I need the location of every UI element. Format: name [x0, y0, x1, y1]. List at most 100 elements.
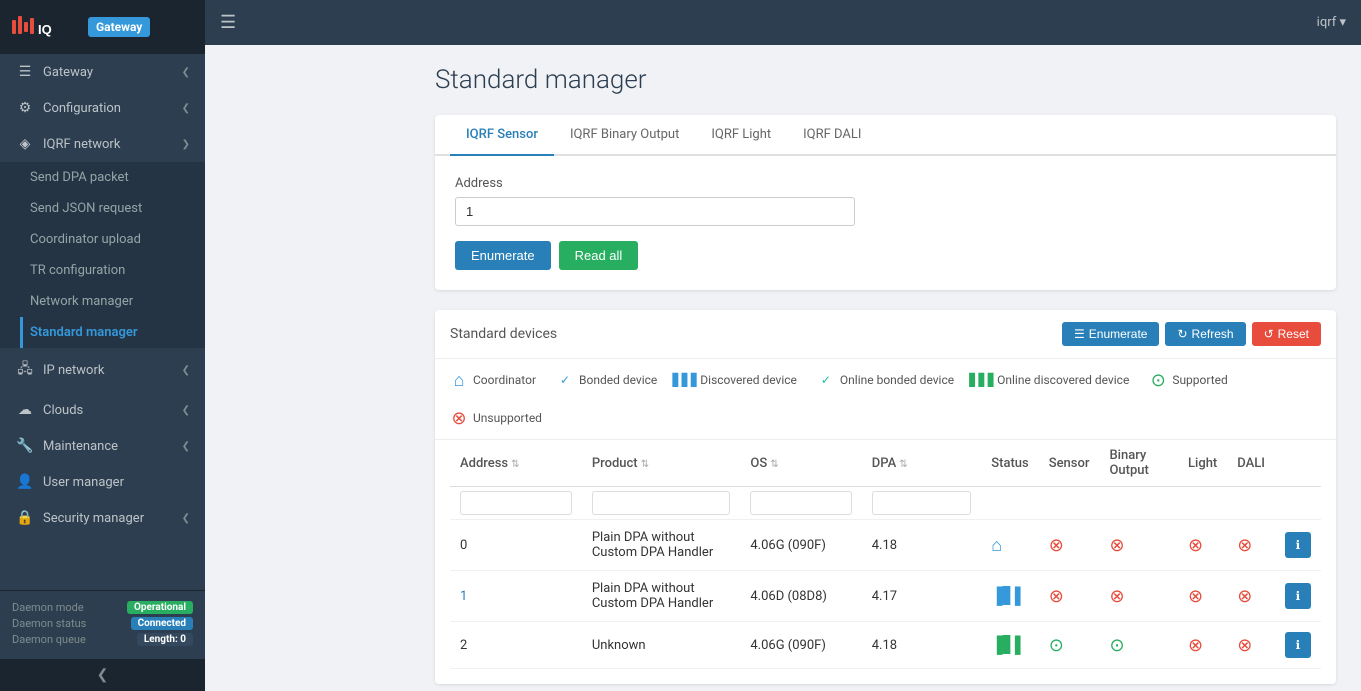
iqrf-arrow: ❯: [182, 139, 190, 150]
sidebar-item-standard-manager[interactable]: Standard manager: [20, 317, 205, 348]
sidebar-item-iqrf-network[interactable]: ◈ IQRF network ❯: [0, 126, 205, 162]
tab-iqrf-binary-output[interactable]: IQRF Binary Output: [554, 115, 695, 156]
sidebar-item-coordinator-upload[interactable]: Coordinator upload: [20, 224, 205, 255]
maintenance-icon: 🔧: [15, 438, 35, 454]
gateway-badge: Gateway: [88, 17, 150, 37]
user-menu[interactable]: iqrf ▾: [1317, 15, 1346, 30]
cell-os-0: 4.06G (090F): [740, 520, 861, 571]
sidebar-item-maintenance[interactable]: 🔧 Maintenance ❮: [0, 428, 205, 464]
legend-supported[interactable]: ⊙ Supported: [1149, 371, 1227, 389]
sidebar-item-gateway[interactable]: ☰ Gateway ❮: [0, 54, 205, 90]
sort-icon-dpa[interactable]: ⇅: [899, 459, 907, 470]
cell-product-1: Plain DPA without Custom DPA Handler: [582, 571, 741, 622]
sidebar-nav: ☰ Gateway ❮ ⚙ Configuration ❮ ◈ IQRF net…: [0, 54, 205, 590]
list-icon: ☰: [1074, 327, 1085, 341]
cell-product-0: Plain DPA without Custom DPA Handler: [582, 520, 741, 571]
sidebar-item-security-manager[interactable]: 🔒 Security manager ❮: [0, 500, 205, 536]
tab-iqrf-light[interactable]: IQRF Light: [695, 115, 787, 156]
th-address: Address⇅: [450, 440, 582, 487]
legend-online-bonded[interactable]: ✓ Online bonded device: [817, 371, 954, 389]
devices-reset-btn[interactable]: ↺ Reset: [1252, 322, 1321, 346]
sidebar: IQ Gateway ☰ Gateway ❮ ⚙ Configuration ❮…: [0, 0, 205, 691]
legend-bonded[interactable]: ✓ Bonded device: [556, 371, 657, 389]
form-body: Address Enumerate Read all: [435, 156, 1336, 290]
configuration-arrow: ❮: [182, 103, 190, 114]
filter-dpa-cell: [862, 487, 982, 520]
status-bars-icon-2: ▐▋▌: [991, 635, 1026, 654]
detail-btn-1[interactable]: ℹ: [1285, 583, 1311, 609]
cell-address-1[interactable]: 1: [450, 571, 582, 622]
sidebar-label-tr-config: TR configuration: [30, 263, 190, 278]
detail-btn-2[interactable]: ℹ: [1285, 632, 1311, 658]
daemon-mode-row: Daemon mode Operational: [12, 601, 193, 614]
sidebar-collapse-btn[interactable]: ❮: [0, 659, 205, 691]
legend-unsupported[interactable]: ⊗ Unsupported: [450, 409, 542, 427]
devices-table-wrap: Address⇅ Product⇅ OS⇅ DPA⇅ Status Sensor…: [435, 440, 1336, 684]
user-manager-icon: 👤: [15, 474, 35, 490]
check-legend-icon: ✓: [556, 371, 574, 389]
sidebar-label-maintenance: Maintenance: [43, 439, 182, 454]
table-header-row: Address⇅ Product⇅ OS⇅ DPA⇅ Status Sensor…: [450, 440, 1321, 487]
sidebar-item-clouds[interactable]: ☁ Clouds ❮: [0, 392, 205, 428]
sidebar-label-iqrf: IQRF network: [43, 137, 182, 152]
sidebar-item-ip-network[interactable]: 🖧 IP network ❮: [0, 348, 205, 392]
sidebar-item-configuration[interactable]: ⚙ Configuration ❮: [0, 90, 205, 126]
cell-binary-0: ⊗: [1099, 520, 1178, 571]
sidebar-item-send-dpa[interactable]: Send DPA packet: [20, 162, 205, 193]
enumerate-button[interactable]: Enumerate: [455, 241, 551, 270]
cell-os-1: 4.06D (08D8): [740, 571, 861, 622]
binary-check-icon-2: ⊙: [1109, 635, 1124, 656]
address-input[interactable]: [455, 197, 855, 226]
filter-status-cell: [981, 487, 1038, 520]
filter-sensor-cell: [1039, 487, 1100, 520]
tab-iqrf-dali[interactable]: IQRF DALI: [787, 115, 877, 156]
table-row: 1 Plain DPA without Custom DPA Handler 4…: [450, 571, 1321, 622]
tab-iqrf-sensor[interactable]: IQRF Sensor: [450, 115, 554, 156]
cell-actions-1: ℹ: [1275, 571, 1321, 622]
legend-online-discovered[interactable]: ▋▋▋ Online discovered device: [974, 371, 1129, 389]
table-body: 0 Plain DPA without Custom DPA Handler 4…: [450, 487, 1321, 669]
read-all-button[interactable]: Read all: [559, 241, 639, 270]
light-x-icon-2: ⊗: [1188, 635, 1203, 656]
cell-dpa-1: 4.17: [862, 571, 982, 622]
devices-enumerate-btn[interactable]: ☰ Enumerate: [1062, 322, 1159, 346]
filter-os[interactable]: [750, 491, 851, 515]
filter-product[interactable]: [592, 491, 731, 515]
table-row: 0 Plain DPA without Custom DPA Handler 4…: [450, 520, 1321, 571]
filter-dali-cell: [1227, 487, 1275, 520]
sidebar-item-user-manager[interactable]: 👤 User manager: [0, 464, 205, 500]
sidebar-item-send-json[interactable]: Send JSON request: [20, 193, 205, 224]
filter-dpa[interactable]: [872, 491, 972, 515]
sidebar-label-ip-network: IP network: [43, 363, 182, 378]
legend-coordinator[interactable]: ⌂ Coordinator: [450, 371, 536, 389]
daemon-status-row: Daemon status Connected: [12, 617, 193, 630]
legend-discovered[interactable]: ▋▋▋ Discovered device: [677, 371, 797, 389]
cell-dali-1: ⊗: [1227, 571, 1275, 622]
status-house-icon: ⌂: [991, 535, 1002, 556]
cell-dpa-2: 4.18: [862, 622, 982, 669]
sort-icon-os[interactable]: ⇅: [770, 459, 778, 470]
sidebar-label-network-manager: Network manager: [30, 294, 190, 309]
cell-actions-0: ℹ: [1275, 520, 1321, 571]
devices-refresh-btn[interactable]: ↻ Refresh: [1165, 322, 1245, 346]
sensor-x-icon-1: ⊗: [1049, 586, 1064, 607]
cell-os-2: 4.06G (090F): [740, 622, 861, 669]
sidebar-label-configuration: Configuration: [43, 101, 182, 116]
sidebar-footer: Daemon mode Operational Daemon status Co…: [0, 590, 205, 659]
detail-btn-0[interactable]: ℹ: [1285, 532, 1311, 558]
dali-x-icon: ⊗: [1237, 535, 1252, 556]
filter-address[interactable]: [460, 491, 572, 515]
hamburger-icon[interactable]: ☰: [220, 12, 236, 33]
configuration-icon: ⚙: [15, 100, 35, 116]
logo-area: IQ Gateway: [0, 0, 205, 54]
form-actions: Enumerate Read all: [455, 241, 1316, 270]
sort-icon-product[interactable]: ⇅: [641, 459, 649, 470]
sidebar-item-network-manager[interactable]: Network manager: [20, 286, 205, 317]
sidebar-item-tr-config[interactable]: TR configuration: [20, 255, 205, 286]
devices-table: Address⇅ Product⇅ OS⇅ DPA⇅ Status Sensor…: [450, 440, 1321, 669]
sidebar-label-coordinator: Coordinator upload: [30, 232, 190, 247]
sidebar-label-clouds: Clouds: [43, 403, 182, 418]
th-binary-output: Binary Output: [1099, 440, 1178, 487]
cell-status-0: ⌂: [981, 520, 1038, 571]
sort-icon-address[interactable]: ⇅: [511, 459, 519, 470]
